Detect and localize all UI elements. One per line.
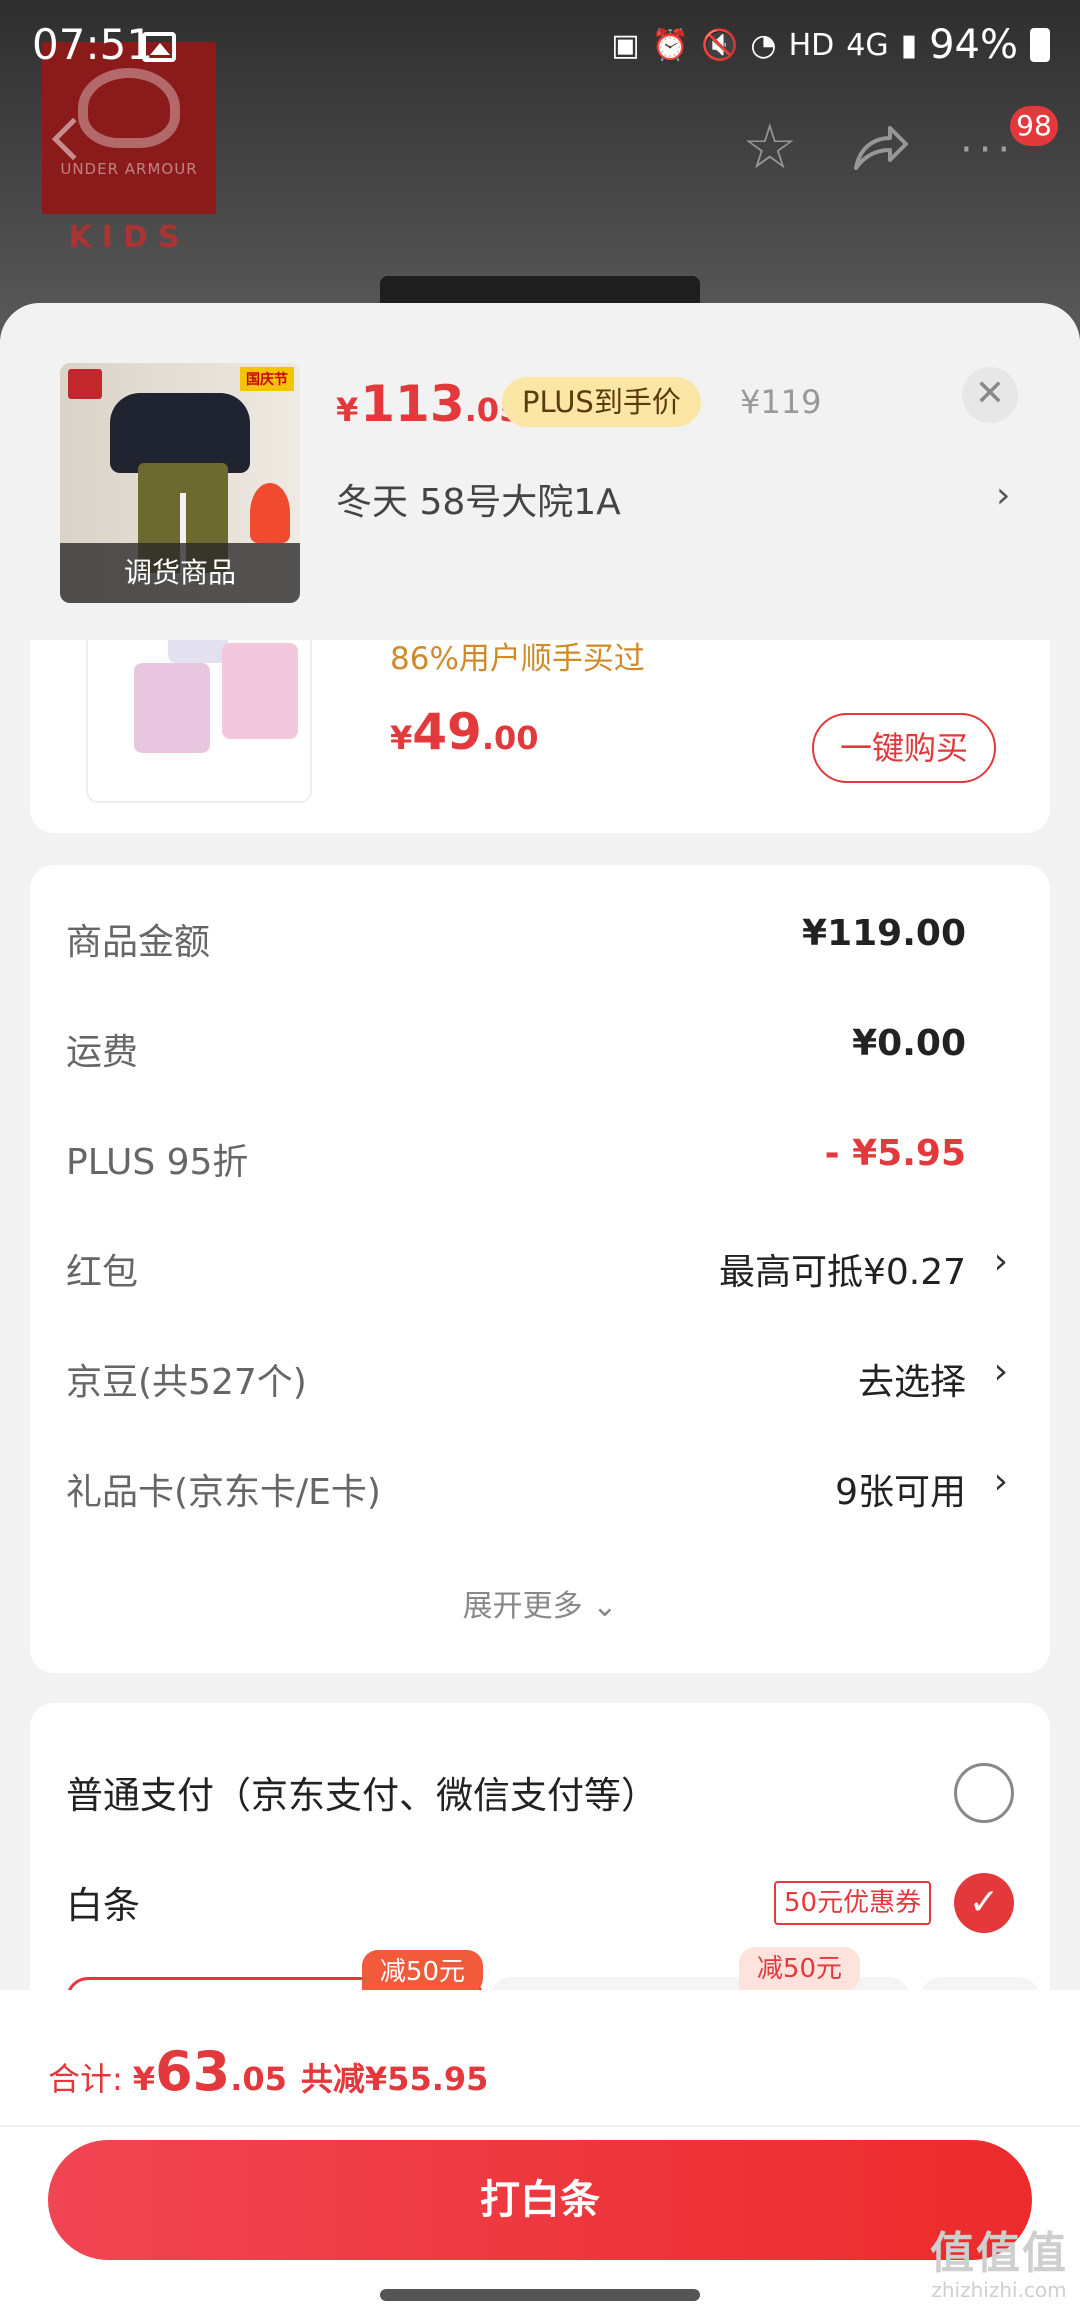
cost-row-goods: 商品金额 ¥119.00 bbox=[66, 913, 966, 963]
recommend-price: ¥ 49 .00 bbox=[390, 703, 539, 761]
original-price: ¥119 bbox=[740, 383, 822, 421]
chevron-right-icon: › bbox=[993, 1461, 1008, 1502]
pay-baitiao-button[interactable]: 打白条 bbox=[48, 2140, 1032, 2260]
divider bbox=[0, 2125, 1080, 2127]
mute-icon: 🔇 bbox=[701, 27, 739, 63]
product-price: ¥ 113 .05 bbox=[336, 375, 522, 433]
cost-row-red-packet[interactable]: 红包 最高可抵¥0.27 › bbox=[30, 1223, 1050, 1303]
radio-checked-icon[interactable]: ✓ bbox=[954, 1873, 1014, 1933]
plan-discount-tag: 减50元 bbox=[361, 1950, 483, 1994]
wifi-icon: ◔ bbox=[750, 27, 777, 63]
signal-bars-icon: ▮ bbox=[900, 27, 918, 63]
festival-tag: 国庆节 bbox=[240, 367, 294, 391]
radio-unchecked[interactable] bbox=[954, 1763, 1014, 1823]
delivery-address[interactable]: 冬天 58号大院1A bbox=[336, 473, 621, 525]
checkout-bottom-bar: 合计: ¥ 63 .05 共减¥55.95 打白条 bbox=[0, 1990, 1080, 2316]
plus-price-badge: PLUS到手价 bbox=[502, 377, 701, 427]
alarm-icon: ⏰ bbox=[651, 27, 690, 63]
cost-row-gift-card[interactable]: 礼品卡(京东卡/E卡) 9张可用 › bbox=[30, 1443, 1050, 1523]
total-amount: 合计: ¥ 63 .05 共减¥55.95 bbox=[48, 2040, 489, 2103]
status-time: 07:51 bbox=[32, 20, 154, 69]
brand-logo-text: UNDER ARMOUR bbox=[60, 160, 198, 178]
signal-type-label: 4G bbox=[846, 27, 889, 63]
home-indicator[interactable] bbox=[380, 2289, 700, 2301]
brand-mini-logo bbox=[68, 369, 102, 399]
payment-option-normal[interactable]: 普通支付（京东支付、微信支付等） bbox=[30, 1737, 1050, 1837]
watermark: 值值值 zhizhizhi.com bbox=[930, 2228, 1068, 2303]
payment-option-baitiao[interactable]: 白条 50元优惠券 ✓ bbox=[30, 1847, 1050, 1947]
chevron-down-icon: ⌄ bbox=[592, 1589, 618, 1624]
product-header: 国庆节 调货商品 ¥ 113 .05 PLUS到手价 ¥119 ✕ 冬天 58号… bbox=[0, 303, 1080, 640]
favorite-star-icon[interactable]: ☆ bbox=[742, 116, 804, 178]
cost-row-plus-discount: PLUS 95折 - ¥5.95 bbox=[66, 1133, 966, 1183]
total-saved: 共减¥55.95 bbox=[300, 2060, 489, 2098]
plan-discount-tag: 减50元 bbox=[738, 1947, 860, 1991]
cost-breakdown-card: 商品金额 ¥119.00 运费 ¥0.00 PLUS 95折 - ¥5.95 红… bbox=[30, 865, 1050, 1673]
product-thumbnail[interactable]: 国庆节 调货商品 bbox=[60, 363, 300, 603]
battery-percent: 94% bbox=[929, 22, 1018, 68]
brand-kids-label: KIDS bbox=[68, 220, 190, 255]
cost-row-shipping: 运费 ¥0.00 bbox=[66, 1023, 966, 1073]
close-icon[interactable]: ✕ bbox=[962, 367, 1018, 423]
network-type-label: HD bbox=[788, 27, 835, 63]
cost-row-jingdou[interactable]: 京豆(共527个) 去选择 › bbox=[30, 1333, 1050, 1413]
one-click-buy-button[interactable]: 一键购买 bbox=[812, 713, 996, 783]
gallery-notification-icon bbox=[142, 32, 176, 62]
battery-saver-icon: ▣ bbox=[611, 27, 640, 63]
chevron-right-icon: › bbox=[993, 1241, 1008, 1282]
status-bar: 07:51 ▣ ⏰ 🔇 ◔ HD 4G ▮ 94% bbox=[0, 0, 1080, 92]
thumbnail-caption: 调货商品 bbox=[60, 543, 300, 603]
chevron-right-icon: › bbox=[993, 1351, 1008, 1392]
coupon-tag: 50元优惠券 bbox=[774, 1881, 932, 1925]
status-icons: ▣ ⏰ 🔇 ◔ HD 4G ▮ 94% bbox=[611, 22, 1050, 68]
battery-icon bbox=[1030, 28, 1050, 62]
chevron-right-icon[interactable]: › bbox=[996, 475, 1010, 516]
expand-more-button[interactable]: 展开更多 ⌄ bbox=[30, 1581, 1050, 1625]
share-icon[interactable] bbox=[850, 118, 910, 178]
cart-count-badge: 98 bbox=[1010, 106, 1058, 146]
more-menu-icon[interactable]: ··· bbox=[960, 130, 1016, 170]
